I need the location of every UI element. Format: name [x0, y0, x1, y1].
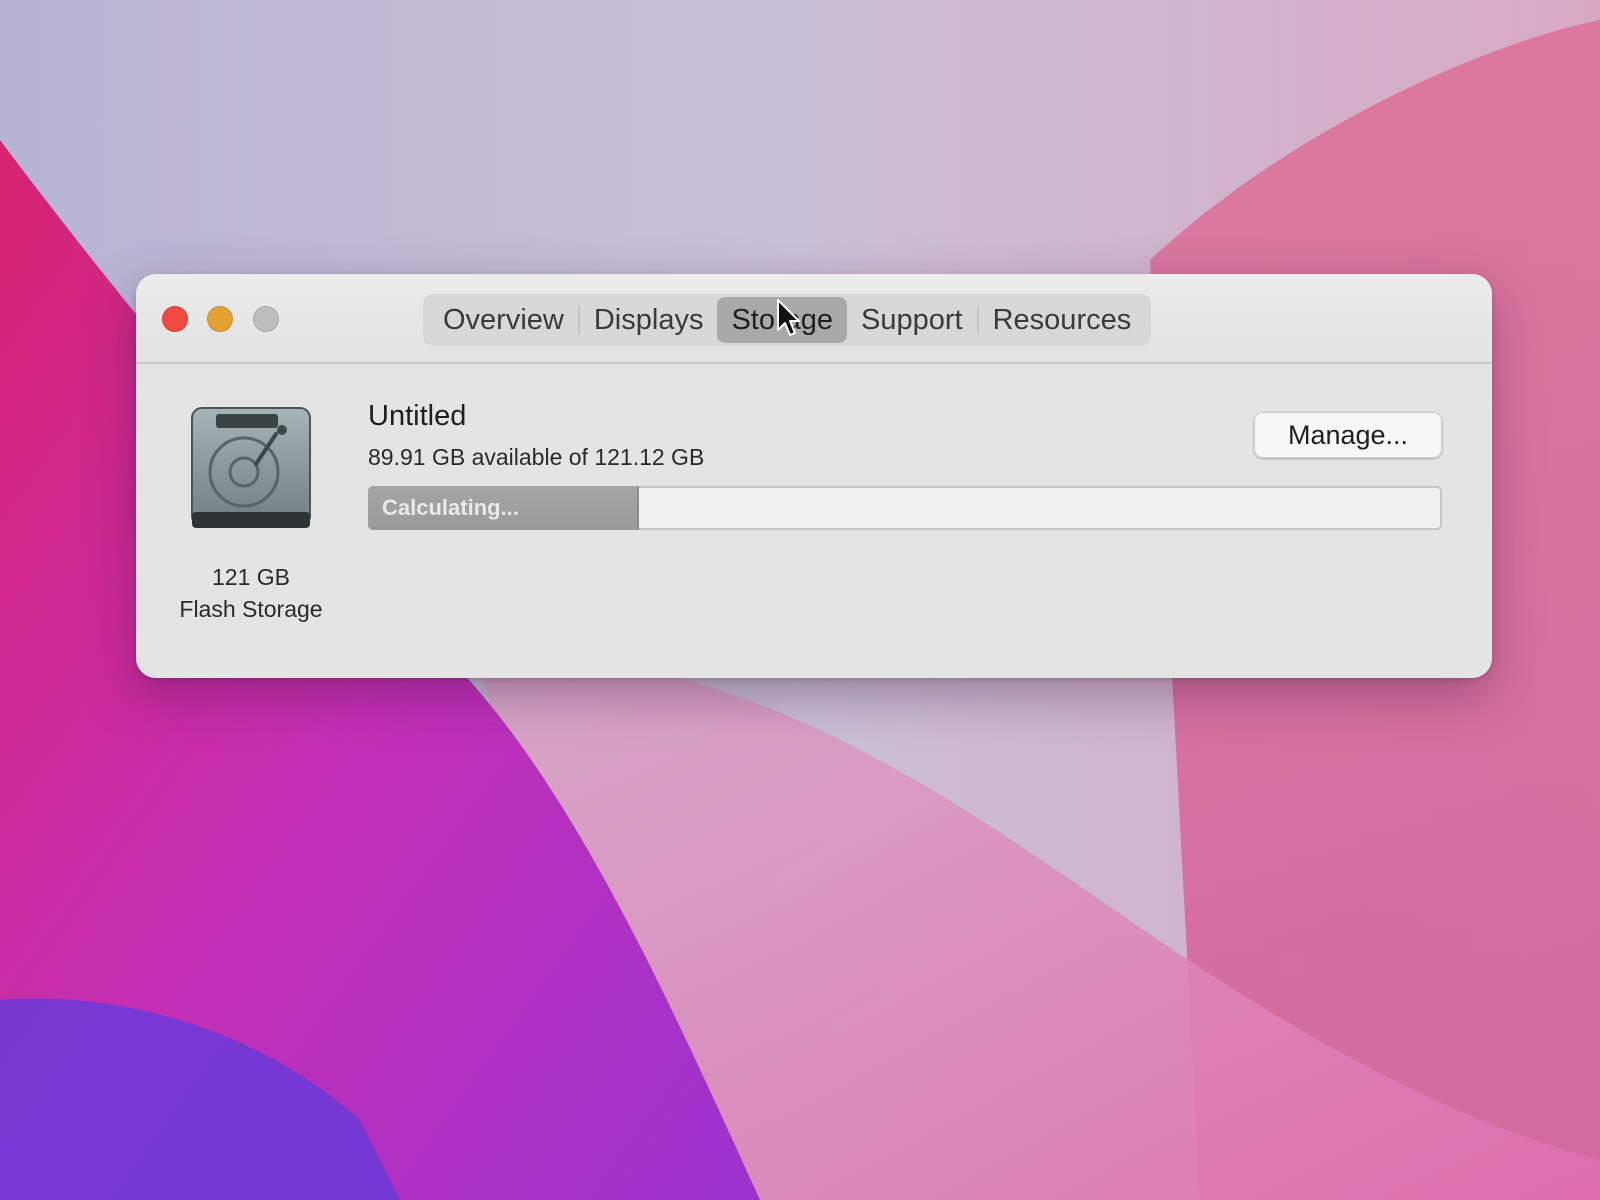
- storage-pane: 121 GB Flash Storage Untitled 89.91 GB a…: [136, 364, 1492, 678]
- tab-displays[interactable]: Displays: [580, 297, 718, 343]
- storage-usage-bar: Calculating...: [368, 486, 1442, 530]
- about-this-mac-window: Overview Displays Storage Support Resour…: [136, 274, 1492, 678]
- tab-support[interactable]: Support: [847, 297, 977, 343]
- mouse-cursor-icon: [777, 299, 800, 336]
- desktop: Overview Displays Storage Support Resour…: [0, 0, 1600, 1200]
- hard-drive-icon: [191, 407, 311, 528]
- drive-type: Flash Storage: [179, 596, 323, 622]
- minimize-icon[interactable]: [207, 306, 233, 332]
- title-bar: Overview Displays Storage Support Resour…: [136, 274, 1492, 364]
- storage-status-text: Calculating...: [382, 495, 519, 520]
- tab-resources[interactable]: Resources: [979, 297, 1146, 343]
- drive-capacity: 121 GB: [212, 564, 290, 590]
- zoom-icon[interactable]: [253, 306, 279, 332]
- volume-available: 89.91 GB available of 121.12 GB: [368, 444, 705, 470]
- volume-name: Untitled: [368, 400, 467, 432]
- close-icon[interactable]: [162, 306, 188, 332]
- tab-overview[interactable]: Overview: [429, 297, 578, 343]
- manage-button[interactable]: Manage...: [1254, 412, 1442, 458]
